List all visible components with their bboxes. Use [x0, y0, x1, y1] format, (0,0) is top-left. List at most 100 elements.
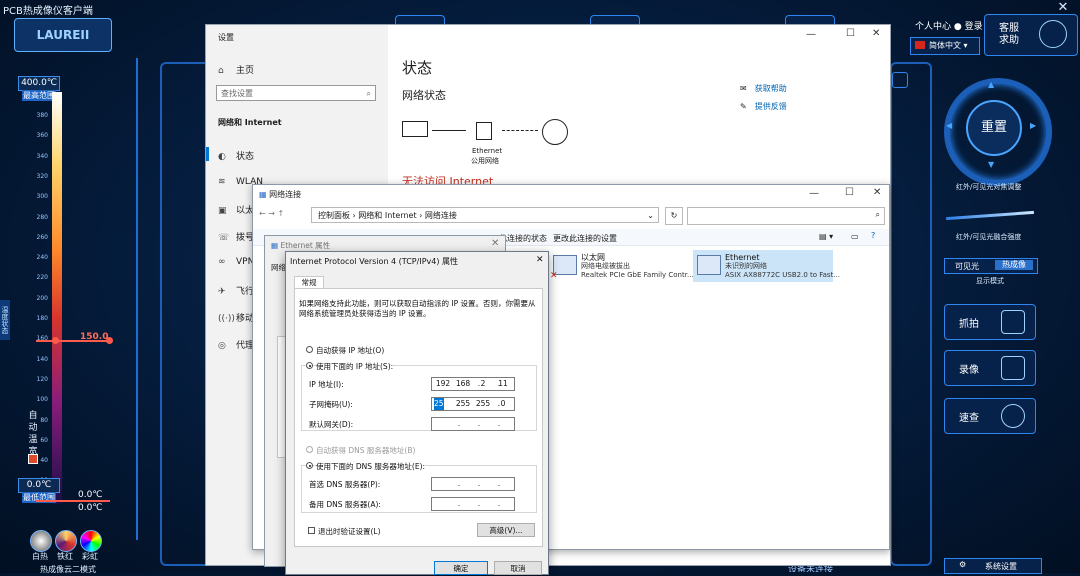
- minimize-icon[interactable]: —: [806, 29, 816, 40]
- max-temp-label: 最高范围: [22, 90, 56, 101]
- mode-thermal[interactable]: 热成像: [995, 260, 1033, 270]
- mask-octet-1[interactable]: 255: [434, 398, 444, 410]
- manual-dns-label[interactable]: 使用下面的 DNS 服务器地址(E):: [316, 461, 426, 472]
- address-bar[interactable]: 控制面板 › 网络和 Internet › 网络连接 ⌄: [311, 207, 659, 223]
- palette-label-iron: 铁红: [57, 552, 73, 561]
- settings-search-input[interactable]: 查找设置 ⌕: [216, 85, 376, 101]
- palette-mode-label: 热成像云二模式: [40, 565, 96, 574]
- manual-ip-label[interactable]: 使用下面的 IP 地址(S):: [316, 361, 394, 372]
- nav-dialup[interactable]: ☏ 拨号: [218, 230, 254, 243]
- vpn-icon: ∞: [218, 257, 226, 267]
- user-links: 个人中心 ● 登录: [915, 22, 983, 32]
- chevron-down-icon[interactable]: ⌄: [647, 208, 654, 224]
- feedback-link[interactable]: ✎ 提供反馈: [740, 101, 787, 112]
- nav-status[interactable]: ◐ 状态: [218, 149, 254, 162]
- close-icon[interactable]: ✕: [491, 238, 499, 249]
- close-icon[interactable]: ✕: [1048, 0, 1078, 15]
- mask-octet-4[interactable]: 0: [494, 398, 512, 410]
- speed-icon: [1001, 404, 1025, 428]
- arrow-down-icon[interactable]: ▼: [988, 160, 994, 169]
- capture-button[interactable]: 抓拍: [944, 304, 1036, 340]
- auto-dns-label[interactable]: 自动获得 DNS 服务器地址(B): [316, 445, 415, 456]
- breadcrumb-3[interactable]: 网络连接: [425, 211, 457, 220]
- ethernet-port-icon: [476, 122, 492, 140]
- maximize-icon[interactable]: ☐: [846, 28, 855, 39]
- ip-address-field[interactable]: 192. 168. 2. 11: [431, 377, 515, 391]
- record-button[interactable]: 录像: [944, 350, 1036, 386]
- nav-proxy[interactable]: ◎ 代理: [218, 338, 254, 351]
- connection-line: [432, 130, 466, 131]
- auto-ip-label[interactable]: 自动获得 IP 地址(O): [316, 345, 384, 356]
- view-icon[interactable]: ▤ ▾: [819, 232, 833, 241]
- settings-home[interactable]: ⌂ 主页: [218, 63, 254, 76]
- search-input[interactable]: ⌕: [687, 207, 885, 225]
- adapter-ethernet2-icon[interactable]: [697, 255, 721, 275]
- help-link[interactable]: ✉ 获取帮助: [740, 83, 787, 94]
- help-icon[interactable]: ?: [871, 231, 875, 240]
- palette-rainbow-icon[interactable]: [80, 530, 102, 552]
- app-title: PCB热成像仪客户端: [3, 6, 93, 17]
- ip-octet-4[interactable]: 11: [494, 378, 512, 390]
- display-mode-toggle[interactable]: 可见光 热成像: [944, 258, 1038, 274]
- arrow-up-icon[interactable]: ▲: [988, 80, 994, 89]
- minimize-icon[interactable]: —: [809, 188, 819, 199]
- palette-label-white: 白热: [32, 552, 48, 561]
- language-select[interactable]: 简体中文 ▾: [910, 37, 980, 55]
- alternate-dns-field[interactable]: ...: [431, 497, 515, 511]
- adapter-status: 未识别的网络: [725, 262, 767, 270]
- adapter-ethernet2[interactable]: Ethernet 未识别的网络 ASIX AX88772C USB2.0 to …: [725, 253, 840, 280]
- user-center-link[interactable]: 个人中心: [915, 22, 951, 32]
- help-button[interactable]: 客服 求助: [984, 14, 1078, 56]
- arrow-left-icon[interactable]: ◀: [946, 121, 952, 130]
- adapter-ethernet1[interactable]: 以太网 网络电缆被拔出 Realtek PCIe GbE Family Cont…: [581, 253, 694, 280]
- expand-icon[interactable]: [892, 72, 908, 88]
- min-temp-field[interactable]: 0.0℃: [18, 478, 60, 493]
- side-tab[interactable]: 温度状态: [0, 300, 10, 340]
- marker-value: 150.0: [80, 332, 109, 342]
- record-label: 录像: [959, 365, 979, 376]
- ethprop-tab[interactable]: 网络: [271, 262, 286, 273]
- ethernet-type: 公用网络: [471, 157, 499, 165]
- login-link[interactable]: 登录: [965, 22, 983, 32]
- pane-icon[interactable]: ▭: [851, 232, 859, 241]
- validate-checkbox[interactable]: [308, 527, 315, 534]
- arrow-right-icon[interactable]: ▶: [1030, 121, 1036, 130]
- auto-dns-radio[interactable]: [306, 446, 313, 453]
- breadcrumb-1[interactable]: 控制面板: [318, 211, 350, 220]
- toolbar-status[interactable]: 此连接的状态: [499, 233, 547, 244]
- subnet-mask-field[interactable]: 255. 255. 255. 0: [431, 397, 515, 411]
- palette-white-hot-icon[interactable]: [30, 530, 52, 552]
- display-mode-label: 显示模式: [976, 277, 1004, 285]
- close-icon[interactable]: ✕: [536, 255, 544, 265]
- manual-ip-radio[interactable]: [306, 362, 313, 369]
- close-icon[interactable]: ✕: [873, 187, 881, 198]
- adapter-status: 网络电缆被拔出: [581, 262, 630, 270]
- nav-arrows[interactable]: ← → ↑: [259, 209, 284, 218]
- breadcrumb-2[interactable]: 网络和 Internet: [358, 211, 416, 220]
- toolbar-change-settings[interactable]: 更改此连接的设置: [553, 233, 617, 244]
- maximize-icon[interactable]: ☐: [845, 187, 854, 198]
- advanced-button[interactable]: 高级(V)...: [477, 523, 535, 537]
- close-icon[interactable]: ✕: [872, 28, 880, 39]
- max-temp-field[interactable]: 400.0℃: [18, 76, 60, 91]
- validate-label[interactable]: 退出时验证设置(L): [318, 526, 381, 537]
- auto-temp-label: 自动温宽: [28, 411, 38, 457]
- palette-iron-red-icon[interactable]: [55, 530, 77, 552]
- search-icon: ⌕: [875, 210, 880, 219]
- reset-button[interactable]: 重置: [966, 100, 1022, 156]
- preferred-dns-field[interactable]: ...: [431, 477, 515, 491]
- refresh-icon[interactable]: ↻: [665, 207, 683, 225]
- auto-temp-checkbox[interactable]: [28, 454, 38, 464]
- settings-button[interactable]: ⚙ 系统设置: [944, 558, 1042, 574]
- adapter-device: Realtek PCIe GbE Family Contr...: [581, 271, 694, 279]
- gateway-field[interactable]: ...: [431, 417, 515, 431]
- alternate-dns-label: 备用 DNS 服务器(A):: [309, 500, 381, 509]
- auto-ip-radio[interactable]: [306, 346, 313, 353]
- manual-dns-radio[interactable]: [306, 462, 313, 469]
- mode-visible[interactable]: 可见光: [955, 261, 979, 272]
- nav-vpn[interactable]: ∞ VPN: [218, 257, 254, 267]
- min-marker-line[interactable]: [36, 500, 110, 502]
- speed-button[interactable]: 速查: [944, 398, 1036, 434]
- settings-subheading: 网络状态: [402, 89, 446, 102]
- ipv4-title: Internet Protocol Version 4 (TCP/IPv4) 属…: [290, 257, 458, 266]
